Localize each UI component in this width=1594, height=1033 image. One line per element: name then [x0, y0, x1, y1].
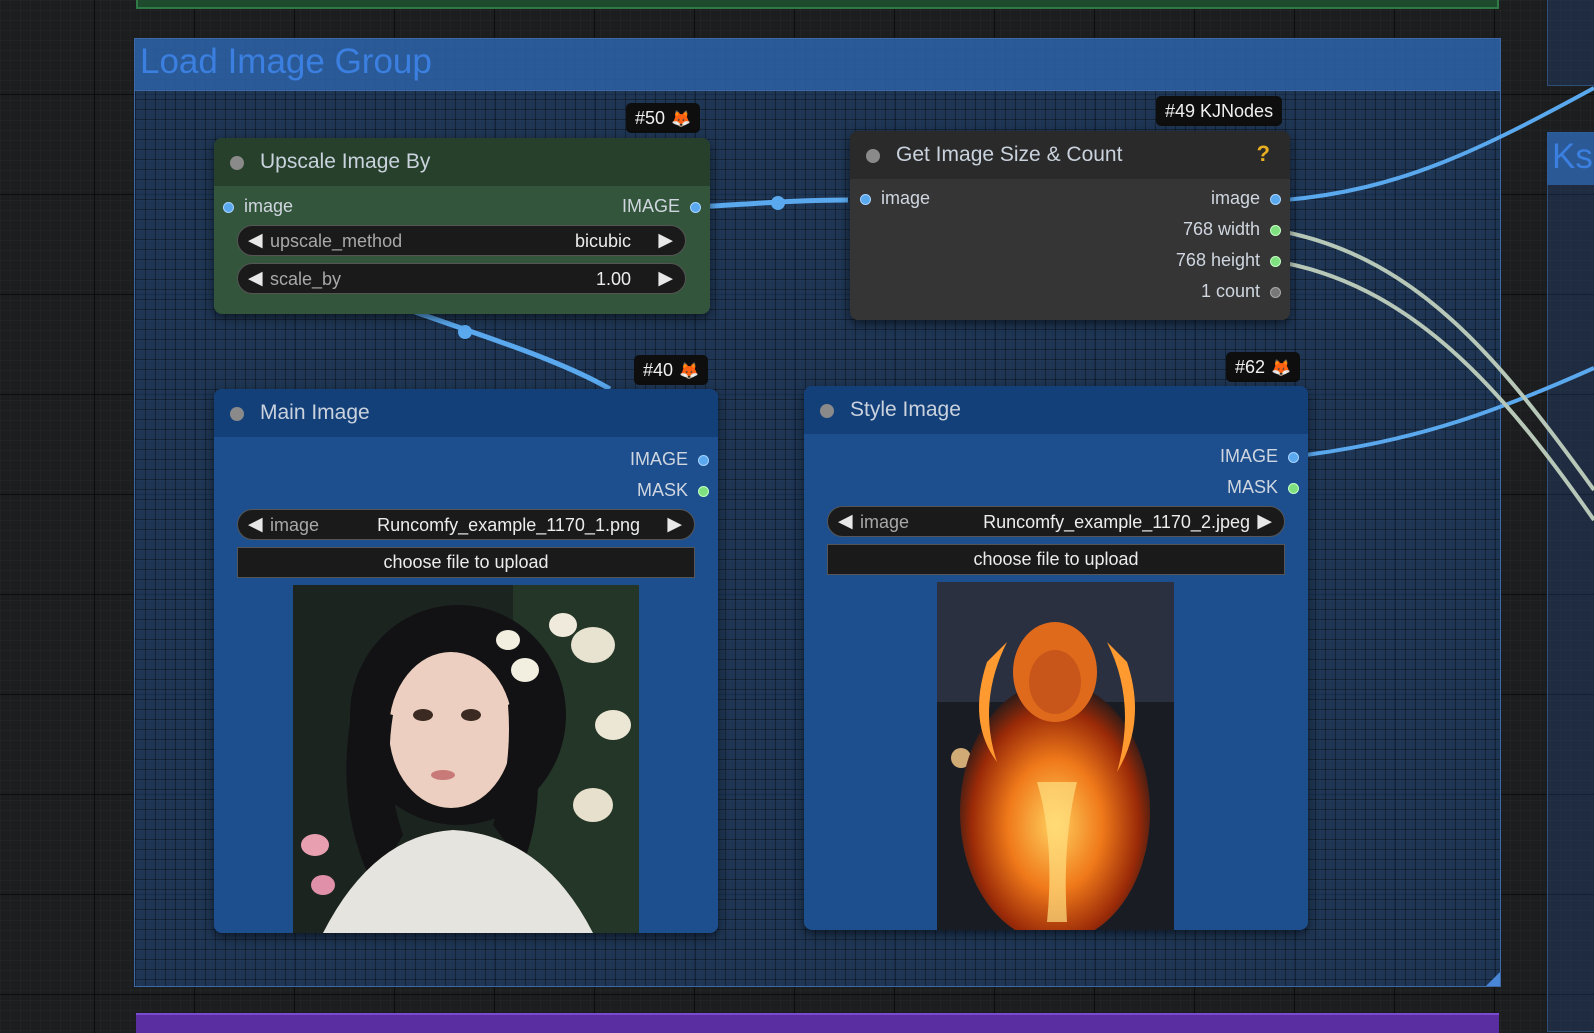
output-slot-image[interactable]: [690, 202, 701, 213]
widget-value: Runcomfy_example_1170_1.png: [377, 515, 640, 535]
collapse-dot-icon[interactable]: [866, 149, 880, 163]
collapse-dot-icon[interactable]: [230, 407, 244, 421]
left-arrow-icon[interactable]: ◀: [838, 510, 853, 533]
input-slot-image[interactable]: [860, 194, 871, 205]
left-arrow-icon[interactable]: ◀: [248, 513, 263, 536]
output-slot-width[interactable]: [1270, 225, 1281, 236]
right-arrow-icon[interactable]: ▶: [658, 267, 673, 290]
preview-image-fire-figure: [937, 582, 1174, 930]
output-label-image: IMAGE: [1219, 446, 1278, 466]
style-image-node[interactable]: Style Image IMAGE MASK ◀ image Runcomfy_…: [804, 386, 1308, 930]
node-id-badge: #62 🦊: [1226, 352, 1300, 382]
node-title: Upscale Image By: [260, 150, 431, 173]
image-file-combo[interactable]: ◀ image Runcomfy_example_1170_2.jpeg ▶: [827, 506, 1285, 537]
output-slot-image[interactable]: [698, 455, 709, 466]
upscale-image-node[interactable]: Upscale Image By image IMAGE ◀ upscale_m…: [214, 138, 710, 314]
output-label-mask: MASK: [636, 480, 688, 500]
fox-icon: 🦊: [1271, 360, 1291, 377]
output-label-mask: MASK: [1226, 477, 1278, 497]
node-id-badge: #50 🦊: [626, 103, 700, 133]
left-arrow-icon[interactable]: ◀: [248, 267, 263, 290]
right-arrow-icon[interactable]: ▶: [658, 229, 673, 252]
input-label-image: image: [244, 196, 294, 216]
output-slot-height[interactable]: [1270, 256, 1281, 267]
left-arrow-icon[interactable]: ◀: [248, 229, 263, 252]
choose-file-upload-button[interactable]: choose file to upload: [827, 544, 1285, 575]
link-height-out: [1284, 261, 1594, 522]
image-file-combo[interactable]: ◀ image Runcomfy_example_1170_1.png ▶: [237, 509, 695, 540]
node-id-badge: #49 KJNodes: [1156, 96, 1283, 126]
input-slot-image[interactable]: [223, 202, 234, 213]
widget-name: upscale_method: [270, 231, 403, 251]
output-slot-mask[interactable]: [1288, 483, 1299, 494]
link-getsize-image-out: [1284, 86, 1594, 202]
link-upscale-to-getsize: [693, 197, 849, 210]
output-label-image: image: [1210, 188, 1260, 208]
widget-value: bicubic: [574, 231, 631, 251]
link-midpoint: [458, 325, 472, 339]
node-id-text: #62: [1235, 357, 1266, 377]
upscale-method-combo[interactable]: ◀ upscale_method bicubic ▶: [237, 225, 686, 256]
collapse-dot-icon[interactable]: [820, 404, 834, 418]
widget-name: image: [270, 515, 320, 535]
output-label-image: IMAGE: [629, 449, 688, 469]
get-image-size-node[interactable]: Get Image Size & Count ? image image 768…: [850, 131, 1290, 320]
scale-by-number[interactable]: ◀ scale_by 1.00 ▶: [237, 263, 686, 294]
output-label-height: 768 height: [1175, 250, 1260, 270]
node-title: Get Image Size & Count: [896, 143, 1123, 166]
output-label-width: 768 width: [1182, 219, 1260, 239]
widget-name: image: [860, 512, 910, 532]
node-id-text: #50: [635, 108, 666, 128]
choose-file-upload-button[interactable]: choose file to upload: [237, 547, 695, 578]
output-slot-image[interactable]: [1288, 452, 1299, 463]
right-arrow-icon[interactable]: ▶: [1257, 510, 1272, 533]
node-title: Main Image: [260, 401, 370, 424]
node-id-text: #40: [643, 360, 674, 380]
main-image-node[interactable]: Main Image IMAGE MASK ◀ image Runcomfy_e…: [214, 389, 718, 933]
node-id-text: #49 KJNodes: [1165, 101, 1274, 121]
output-label-image: IMAGE: [621, 196, 680, 216]
collapse-dot-icon[interactable]: [230, 156, 244, 170]
widget-name: scale_by: [270, 269, 342, 289]
node-title: Style Image: [850, 398, 961, 421]
widget-value: Runcomfy_example_1170_2.jpeg: [983, 512, 1250, 532]
output-label-count: 1 count: [1200, 281, 1260, 301]
link-midpoint: [771, 196, 785, 210]
widget-value: 1.00: [595, 269, 631, 289]
output-slot-count[interactable]: [1270, 287, 1281, 298]
link-main-to-upscale: [414, 309, 612, 392]
help-icon[interactable]: ?: [1257, 141, 1270, 167]
input-label-image: image: [881, 188, 931, 208]
preview-image-portrait: [293, 585, 639, 933]
right-arrow-icon[interactable]: ▶: [667, 513, 682, 536]
link-style-image-out: [1305, 366, 1594, 457]
fox-icon: 🦊: [671, 111, 691, 128]
fox-icon: 🦊: [679, 363, 699, 380]
output-slot-mask[interactable]: [698, 486, 709, 497]
node-id-badge: #40 🦊: [634, 355, 708, 385]
output-slot-image[interactable]: [1270, 194, 1281, 205]
